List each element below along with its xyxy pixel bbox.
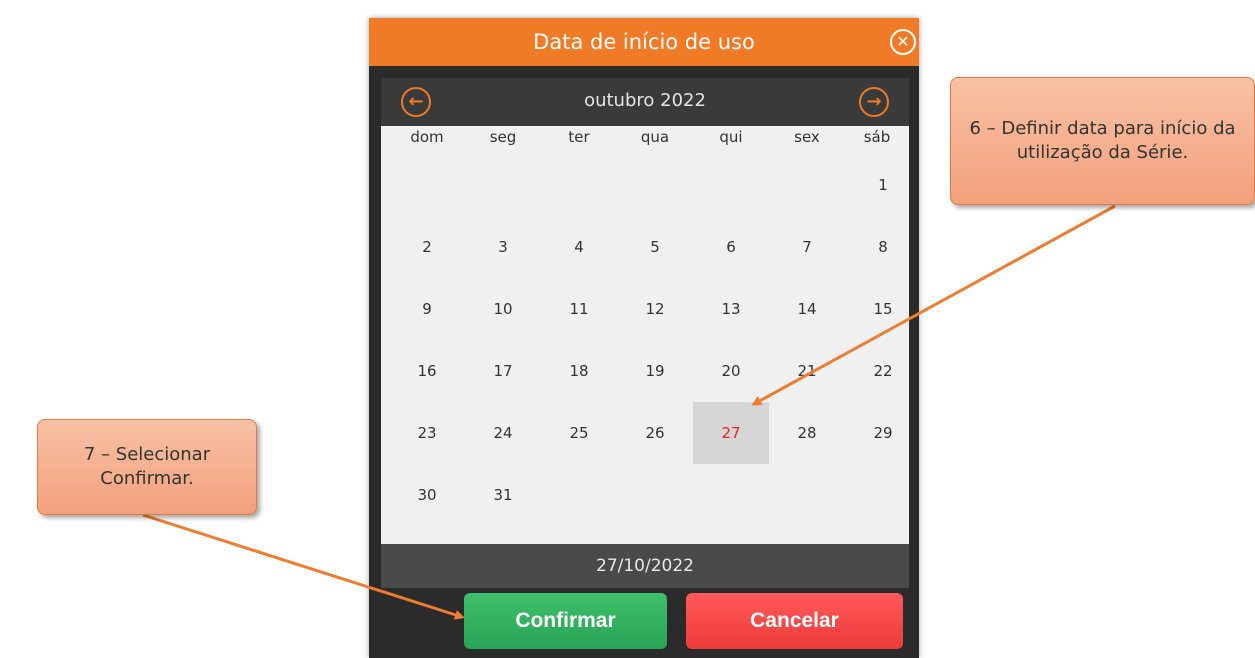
callout-6-arrow [751, 204, 1116, 406]
callout-7-arrow [142, 513, 465, 620]
callout-step-7: 7 – Selecionar Confirmar. [37, 419, 257, 515]
callout-step-6: 6 – Definir data para início da utilizaç… [950, 77, 1255, 205]
callout-step-7-text: 7 – Selecionar Confirmar. [83, 443, 211, 489]
callout-step-6-text: 6 – Definir data para início da utilizaç… [969, 117, 1236, 163]
